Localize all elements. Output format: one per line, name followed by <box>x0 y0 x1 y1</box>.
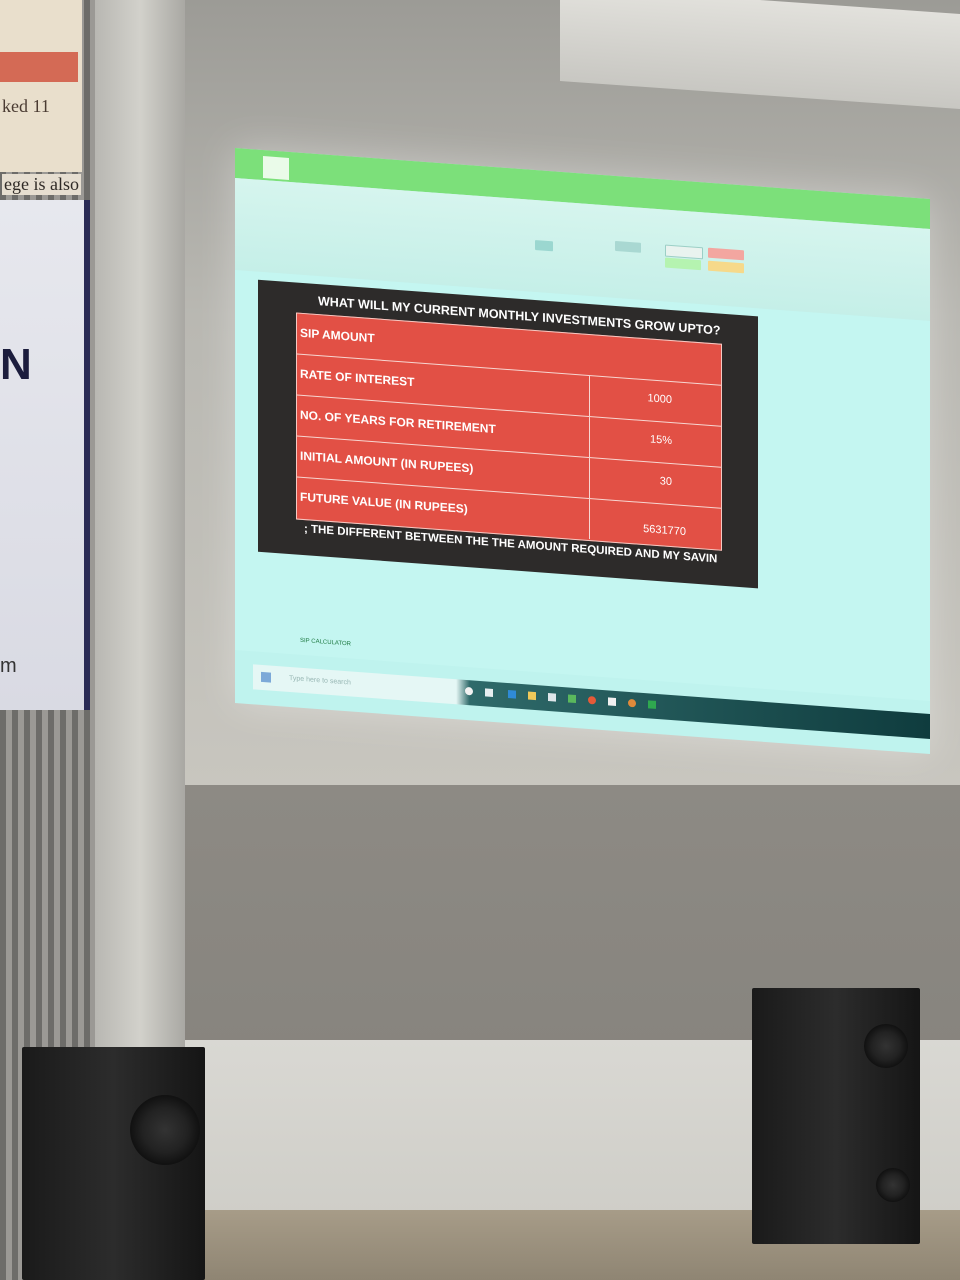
camera-icon[interactable] <box>608 697 616 706</box>
speaker-woofer <box>130 1095 200 1165</box>
edge-icon[interactable] <box>508 690 516 699</box>
style-neutral[interactable] <box>708 260 744 274</box>
poster-text-2: ege is also <box>2 174 81 195</box>
poster-red-band <box>0 52 78 82</box>
chrome-icon[interactable] <box>588 695 596 705</box>
firefox-icon[interactable] <box>628 698 636 708</box>
row-label: NO. OF YEARS FOR RETIREMENT <box>300 407 496 437</box>
row-label: INITIAL AMOUNT (IN RUPEES) <box>300 448 474 476</box>
row-label: FUTURE VALUE (IN RUPEES) <box>300 489 468 517</box>
row-value: 30 <box>659 475 672 489</box>
file-explorer-icon[interactable] <box>528 691 536 701</box>
home-tab[interactable] <box>263 156 289 180</box>
projection-screen: WHAT WILL MY CURRENT MONTHLY INVESTMENTS… <box>235 148 930 755</box>
taskbar-search-box[interactable]: Type here to search <box>289 675 351 687</box>
right-speaker <box>752 988 920 1244</box>
windows-start-icon[interactable] <box>261 671 271 683</box>
pasted-slide-image: WHAT WILL MY CURRENT MONTHLY INVESTMENTS… <box>258 279 758 589</box>
style-bad[interactable] <box>708 247 744 261</box>
excel-icon[interactable] <box>648 700 656 709</box>
cortana-icon[interactable] <box>465 686 473 696</box>
ribbon-button[interactable] <box>615 240 641 253</box>
wall-poster: ked 11 <box>0 0 82 172</box>
row-value: 5631770 <box>643 522 686 539</box>
row-label: SIP AMOUNT <box>300 325 375 346</box>
app-icon[interactable] <box>568 694 576 704</box>
poster-text-1: ked 11 <box>2 96 50 116</box>
left-speaker <box>22 1047 205 1280</box>
row-value: 1000 <box>647 392 672 407</box>
sip-table: SIP AMOUNT RATE OF INTEREST 1000 NO. OF … <box>296 312 722 551</box>
ribbon-button[interactable] <box>535 240 553 252</box>
standee-banner: N m <box>0 200 90 710</box>
banner-tail: m <box>0 655 17 677</box>
store-icon[interactable] <box>548 692 556 702</box>
row-value-cell: 5631770 <box>589 498 720 549</box>
row-label: RATE OF INTEREST <box>300 366 415 390</box>
banner-letter: N <box>0 340 32 389</box>
pillar <box>95 0 185 1210</box>
speaker-port <box>876 1168 910 1202</box>
task-view-icon[interactable] <box>485 688 493 697</box>
style-good[interactable] <box>665 257 701 271</box>
row-value: 15% <box>649 433 672 448</box>
speaker-tweeter <box>864 1024 908 1068</box>
